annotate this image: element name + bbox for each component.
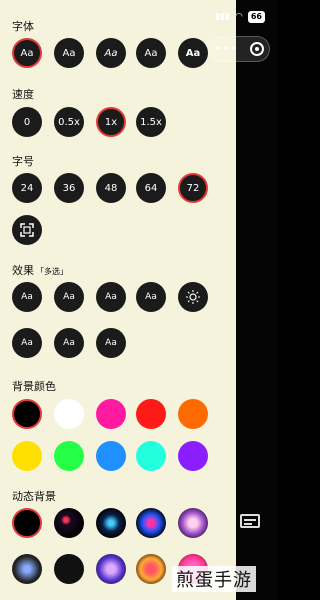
dynamic-background-section-label: 动态背景	[12, 490, 56, 503]
color-swatch-pink[interactable]	[96, 399, 126, 429]
subtitle-toggle-icon[interactable]	[240, 514, 260, 528]
effects-section-label: 效果 「多选」	[12, 262, 68, 278]
color-swatch-black[interactable]	[12, 399, 42, 429]
size-section-label: 字号	[12, 155, 34, 168]
dynamic-bg-black[interactable]	[12, 508, 42, 538]
size-option-24[interactable]: 24	[12, 173, 42, 203]
wifi-icon: ◠	[235, 12, 243, 22]
settings-panel: 字体 Aa Aa Aa Aa Aa 速度 0 0.5x 1x 1.5x 字号 2…	[0, 0, 236, 600]
mini-program-capsule: •••	[208, 36, 270, 62]
effect-option-3[interactable]: Aa	[96, 282, 126, 312]
color-swatch-green[interactable]	[54, 441, 84, 471]
effect-option-5[interactable]: Aa	[12, 328, 42, 358]
close-target-icon[interactable]	[249, 42, 264, 56]
speed-option-1-5x[interactable]: 1.5x	[136, 107, 166, 137]
dynamic-bg-sparkle[interactable]	[54, 508, 84, 538]
effect-option-1[interactable]: Aa	[12, 282, 42, 312]
dynamic-bg-kaleido[interactable]	[96, 554, 126, 584]
sun-icon	[186, 290, 200, 304]
font-section-label: 字体	[12, 20, 34, 33]
color-swatch-yellow[interactable]	[12, 441, 42, 471]
color-swatch-cyan[interactable]	[136, 441, 166, 471]
color-swatch-blue[interactable]	[96, 441, 126, 471]
dynamic-bg-neon-ring[interactable]	[136, 508, 166, 538]
fullscreen-icon	[20, 223, 34, 237]
effect-option-4[interactable]: Aa	[136, 282, 166, 312]
effect-option-2[interactable]: Aa	[54, 282, 84, 312]
size-option-48[interactable]: 48	[96, 173, 126, 203]
speed-section-label: 速度	[12, 88, 34, 101]
more-icon[interactable]: •••	[214, 42, 238, 56]
color-swatch-red[interactable]	[136, 399, 166, 429]
watermark: 煎蛋手游	[172, 566, 256, 592]
font-option-2[interactable]: Aa	[54, 38, 84, 68]
dynamic-bg-flower[interactable]	[178, 508, 208, 538]
battery-indicator: 66	[247, 11, 265, 23]
dynamic-bg-flame[interactable]	[136, 554, 166, 584]
effect-option-7[interactable]: Aa	[96, 328, 126, 358]
font-option-3[interactable]: Aa	[96, 38, 126, 68]
font-option-4[interactable]: Aa	[136, 38, 166, 68]
speed-option-1x[interactable]: 1x	[96, 107, 126, 137]
size-option-72[interactable]: 72	[178, 173, 208, 203]
size-option-64[interactable]: 64	[136, 173, 166, 203]
effects-label: 效果	[12, 264, 34, 277]
font-option-1[interactable]: Aa	[12, 38, 42, 68]
speed-option-0-5x[interactable]: 0.5x	[54, 107, 84, 137]
color-swatch-purple[interactable]	[178, 441, 208, 471]
background-color-section-label: 背景颜色	[12, 380, 56, 393]
effects-multiselect-label: 「多选」	[36, 267, 68, 276]
status-bar: ▮▮▮ ◠ 66	[215, 11, 265, 23]
font-option-5[interactable]: Aa	[178, 38, 208, 68]
effect-sun-button[interactable]	[178, 282, 208, 312]
dynamic-bg-dark[interactable]	[54, 554, 84, 584]
fullscreen-button[interactable]	[12, 215, 42, 245]
dynamic-bg-gem[interactable]	[12, 554, 42, 584]
speed-option-0[interactable]: 0	[12, 107, 42, 137]
color-swatch-orange[interactable]	[178, 399, 208, 429]
dynamic-bg-blue-burst[interactable]	[96, 508, 126, 538]
size-option-36[interactable]: 36	[54, 173, 84, 203]
signal-icon: ▮▮▮	[215, 12, 230, 22]
right-preview-strip	[236, 0, 277, 600]
color-swatch-white[interactable]	[54, 399, 84, 429]
effect-option-6[interactable]: Aa	[54, 328, 84, 358]
